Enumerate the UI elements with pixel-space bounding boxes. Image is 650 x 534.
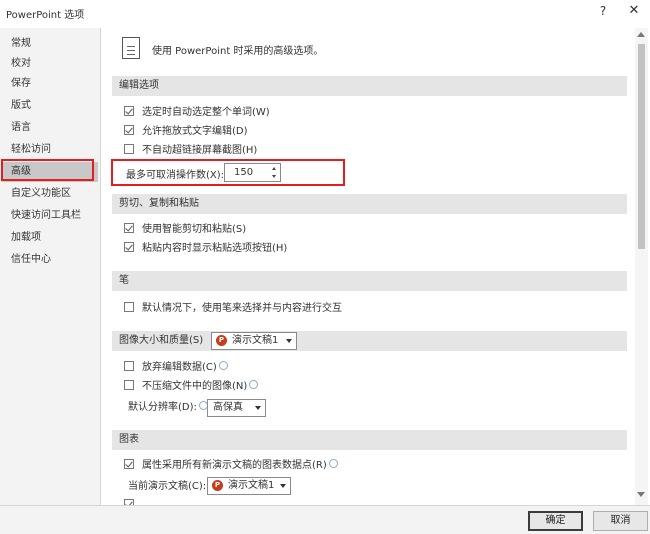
ok-button[interactable]: 确定 xyxy=(528,511,583,531)
current-presentation-row: 当前演示文稿(C): xyxy=(128,479,206,495)
option-drag-drop-text[interactable]: 允许拖放式文字编辑(D) xyxy=(124,124,248,140)
sidebar-item-accessibility[interactable]: 轻松访问 xyxy=(2,140,98,160)
vertical-scrollbar[interactable] xyxy=(635,28,648,505)
option-label: 默认情况下，使用笔来选择并与内容进行交互 xyxy=(142,303,342,314)
sidebar-item-customize-ribbon[interactable]: 自定义功能区 xyxy=(2,184,98,204)
option-auto-select-word[interactable]: 选定时自动选定整个单词(W) xyxy=(124,105,270,121)
default-resolution-select[interactable]: 高保真 xyxy=(207,399,266,417)
option-label: 粘贴内容时显示粘贴选项按钮(H) xyxy=(142,243,288,254)
sidebar-item-general[interactable]: 常规 xyxy=(2,34,98,54)
section-chart: 图表 xyxy=(112,430,627,450)
section-label: 图像大小和质量(S) xyxy=(119,335,204,346)
chevron-down-icon[interactable] xyxy=(286,339,292,343)
info-icon[interactable] xyxy=(218,361,228,370)
undo-count-label: 最多可取消操作数(X): xyxy=(126,170,225,181)
option-no-hyperlink-screenshot[interactable]: 不自动超链接屏幕截图(H) xyxy=(124,143,257,159)
scroll-thumb[interactable] xyxy=(638,44,645,249)
intro-text: 使用 PowerPoint 时采用的高级选项。 xyxy=(152,46,324,57)
info-icon[interactable] xyxy=(249,380,259,389)
sidebar-item-quick-access-toolbar[interactable]: 快速访问工具栏 xyxy=(2,206,98,226)
section-editing-options: 编辑选项 xyxy=(112,76,627,96)
option-label: 放弃编辑数据(C) xyxy=(142,362,217,373)
select-value: 高保真 xyxy=(213,402,243,413)
option-partially-hidden[interactable] xyxy=(124,498,142,505)
checkbox-checked[interactable] xyxy=(124,106,134,116)
document-options-icon xyxy=(122,37,140,59)
option-discard-editing-data[interactable]: 放弃编辑数据(C) xyxy=(124,360,228,376)
option-show-paste-options[interactable]: 粘贴内容时显示粘贴选项按钮(H) xyxy=(124,241,287,257)
sidebar-item-trust-center[interactable]: 信任中心 xyxy=(2,250,98,270)
option-label: 不自动超链接屏幕截图(H) xyxy=(142,145,258,156)
advanced-options-pane: 使用 PowerPoint 时采用的高级选项。 编辑选项 选定时自动选定整个单词… xyxy=(106,28,633,505)
select-value: 演示文稿1 xyxy=(232,335,279,346)
checkbox-unchecked[interactable] xyxy=(124,361,134,371)
help-icon[interactable]: ? xyxy=(597,4,609,18)
section-pen: 笔 xyxy=(112,271,627,291)
undo-count-value[interactable]: 150 xyxy=(234,167,253,178)
checkbox-checked[interactable] xyxy=(124,223,134,233)
window-title: PowerPoint 选项 xyxy=(6,10,85,21)
close-icon[interactable]: ✕ xyxy=(627,3,641,18)
scroll-up-arrow-icon[interactable] xyxy=(637,32,645,37)
sidebar-item-proofing[interactable]: 校对 xyxy=(2,54,98,74)
sidebar-item-add-ins[interactable]: 加载项 xyxy=(2,228,98,248)
dialog-footer: 确定 取消 xyxy=(0,505,650,534)
checkbox-checked[interactable] xyxy=(124,459,134,469)
current-presentation-label: 当前演示文稿(C): xyxy=(128,481,207,492)
checkbox-unchecked[interactable] xyxy=(124,380,134,390)
sidebar-item-layout[interactable]: 版式 xyxy=(2,96,98,116)
scroll-down-arrow-icon[interactable] xyxy=(637,492,645,497)
powerpoint-icon: P xyxy=(212,480,223,491)
chart-current-presentation-select[interactable]: P 演示文稿1 xyxy=(207,477,291,495)
undo-count-stepper[interactable]: 150 xyxy=(224,163,281,182)
option-label: 不压缩文件中的图像(N) xyxy=(142,381,248,392)
default-resolution-row: 默认分辨率(D): xyxy=(128,400,208,416)
option-label: 属性采用所有新演示文稿的图表数据点(R) xyxy=(142,460,327,471)
option-no-compress-images[interactable]: 不压缩文件中的图像(N) xyxy=(124,379,259,395)
chevron-down-icon[interactable] xyxy=(280,484,286,488)
select-value: 演示文稿1 xyxy=(228,480,275,491)
checkbox-checked[interactable] xyxy=(124,125,134,135)
cancel-button[interactable]: 取消 xyxy=(593,511,648,531)
sidebar-item-save[interactable]: 保存 xyxy=(2,74,98,94)
active-item-highlight-box xyxy=(1,159,94,181)
default-resolution-label: 默认分辨率(D): xyxy=(128,402,197,413)
checkbox-unchecked[interactable] xyxy=(124,302,134,312)
option-pen-select-content[interactable]: 默认情况下，使用笔来选择并与内容进行交互 xyxy=(124,301,342,317)
option-label: 使用智能剪切和粘贴(S) xyxy=(142,224,247,235)
option-chart-data-point-properties[interactable]: 属性采用所有新演示文稿的图表数据点(R) xyxy=(124,458,338,474)
option-label: 允许拖放式文字编辑(D) xyxy=(142,126,248,137)
sidebar-item-language[interactable]: 语言 xyxy=(2,118,98,138)
option-smart-cut-paste[interactable]: 使用智能剪切和粘贴(S) xyxy=(124,222,246,238)
checkbox-unchecked[interactable] xyxy=(124,144,134,154)
options-sidebar: 常规 校对 保存 版式 语言 轻松访问 高级 自定义功能区 快速访问工具栏 加载… xyxy=(0,28,101,505)
checkbox-checked[interactable] xyxy=(124,242,134,252)
info-icon[interactable] xyxy=(328,459,338,468)
stepper-down-icon[interactable] xyxy=(272,175,276,178)
image-size-presentation-select[interactable]: P 演示文稿1 xyxy=(211,332,297,350)
stepper-up-icon[interactable] xyxy=(272,167,276,170)
section-cut-copy-paste: 剪切、复制和粘贴 xyxy=(112,194,627,214)
section-image-size-quality: 图像大小和质量(S) xyxy=(112,331,627,351)
chevron-down-icon[interactable] xyxy=(255,406,261,410)
title-bar: PowerPoint 选项 ? ✕ xyxy=(0,0,650,26)
powerpoint-icon: P xyxy=(216,335,227,346)
option-label: 选定时自动选定整个单词(W) xyxy=(142,107,270,118)
